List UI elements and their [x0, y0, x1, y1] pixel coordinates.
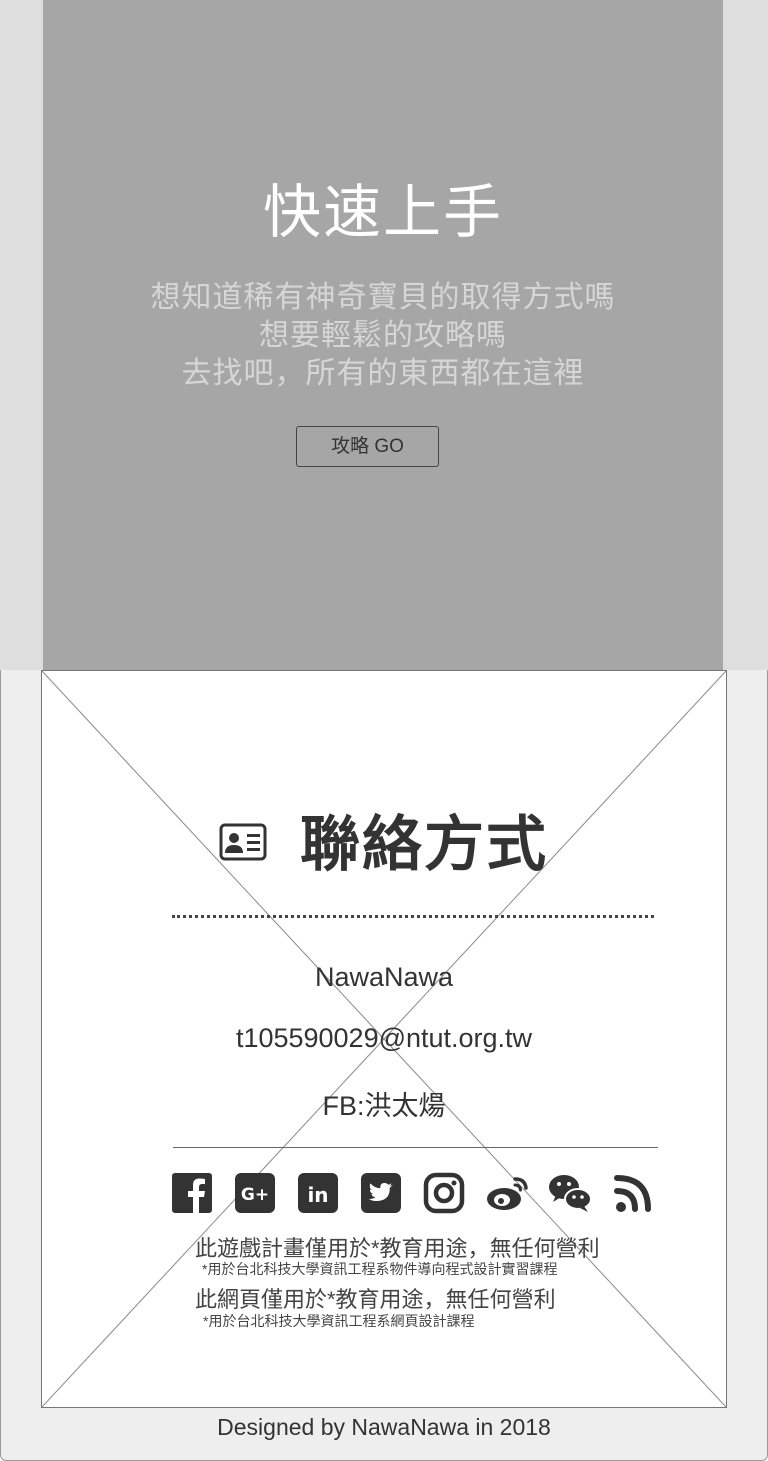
solid-divider	[173, 1147, 658, 1148]
google-plus-icon[interactable]: G+	[233, 1171, 277, 1215]
hero-section: 快速上手 想知道稀有神奇寶貝的取得方式嗎 想要輕鬆的攻略嗎 去找吧，所有的東西都…	[43, 0, 723, 670]
svg-text:G+: G+	[241, 1185, 269, 1205]
social-links: G+ in	[170, 1171, 660, 1215]
hero-title: 快速上手	[262, 180, 503, 245]
hero-line-3: 去找吧，所有的東西都在這裡	[181, 357, 585, 390]
weibo-icon[interactable]	[485, 1171, 529, 1215]
guide-go-button[interactable]: 攻略 GO	[296, 426, 439, 467]
linkedin-icon[interactable]: in	[296, 1171, 340, 1215]
dotted-divider	[172, 915, 654, 918]
svg-text:in: in	[307, 1183, 328, 1207]
note-web-disclaimer: 此網頁僅用於*教育用途，無任何營利	[195, 1287, 556, 1312]
rss-icon[interactable]	[611, 1171, 655, 1215]
contact-name: NawaNawa	[314, 962, 454, 992]
contact-email: t105590029@ntut.org.tw	[235, 1023, 533, 1053]
instagram-icon[interactable]	[422, 1171, 466, 1215]
contact-title: 聯絡方式	[300, 811, 548, 878]
id-card-icon	[219, 823, 267, 861]
wechat-icon[interactable]	[548, 1171, 592, 1215]
designed-by-credit: Designed by NawaNawa in 2018	[217, 1414, 551, 1440]
twitter-icon[interactable]	[359, 1171, 403, 1215]
note-game-course: *用於台北科技大學資訊工程系物件導向程式設計實習課程	[202, 1261, 558, 1277]
facebook-icon[interactable]	[170, 1171, 214, 1215]
contact-facebook: FB:洪太煬	[322, 1091, 446, 1121]
note-web-course: *用於台北科技大學資訊工程系網頁設計課程	[203, 1313, 475, 1329]
